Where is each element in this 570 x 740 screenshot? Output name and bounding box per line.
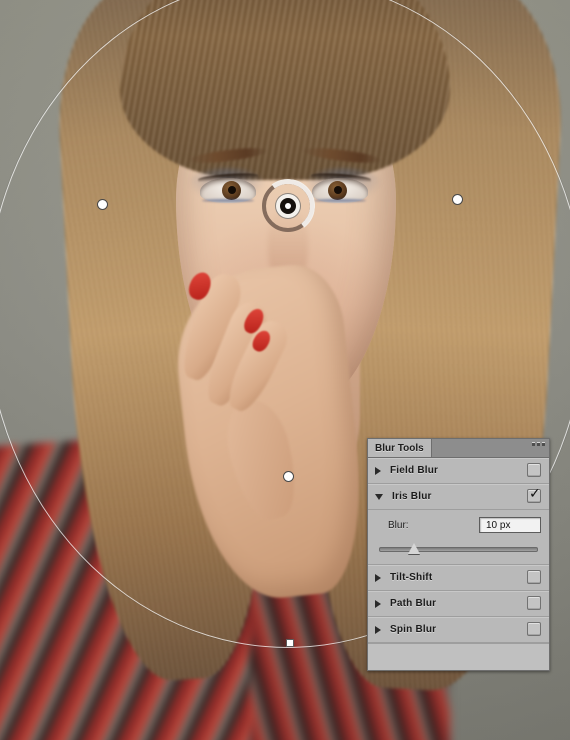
menu-dot [537,442,540,446]
blur-amount-input[interactable]: 10 px [479,517,541,533]
blur-amount-row: Blur: 10 px [376,515,541,535]
lower-liner-right [314,199,366,202]
blur-amount-slider[interactable] [376,542,541,555]
lower-liner-left [202,199,254,202]
chevron-right-icon[interactable] [375,573,381,582]
menu-dot [532,442,535,446]
blur-row-field-blur[interactable]: Field Blur [368,458,549,484]
blur-row-path-blur[interactable]: Path Blur [368,591,549,617]
checkbox-spin-blur[interactable] [527,622,541,636]
panel-footer [368,643,549,670]
checkbox-path-blur[interactable] [527,596,541,610]
blur-row-label: Field Blur [390,465,439,476]
blur-row-spin-blur[interactable]: Spin Blur [368,617,549,643]
blur-row-tilt-shift[interactable]: Tilt-Shift [368,565,549,591]
blur-tools-panel[interactable]: Blur Tools Field Blur Iris Blur ✓ Blur: [367,438,550,671]
hair-top [120,0,450,180]
checkbox-tilt-shift[interactable] [527,570,541,584]
tab-blur-tools-label: Blur Tools [375,442,424,454]
iris-blur-controls: Blur: 10 px [368,510,549,565]
blur-row-label: Tilt-Shift [390,572,433,583]
menu-dot [542,442,545,446]
chevron-down-icon[interactable] [375,493,383,500]
checkbox-iris-blur[interactable]: ✓ [527,486,541,503]
chevron-right-icon[interactable] [375,599,381,608]
slider-thumb[interactable] [407,543,420,554]
blur-row-label: Spin Blur [390,624,437,635]
blur-row-label: Iris Blur [392,491,432,502]
slider-track[interactable] [379,547,538,552]
chevron-right-icon[interactable] [375,625,381,634]
panel-menu-icon[interactable] [532,442,545,446]
checkbox-field-blur[interactable] [527,463,541,477]
panel-tab-bar[interactable]: Blur Tools [368,439,549,458]
blur-row-label: Path Blur [390,598,437,609]
chevron-right-icon[interactable] [375,466,381,475]
check-icon: ✓ [529,486,541,502]
blur-row-iris-blur[interactable]: Iris Blur ✓ [368,484,549,510]
pupil-left [228,186,236,194]
screenshot-root: Blur Tools Field Blur Iris Blur ✓ Blur: [0,0,570,740]
blur-amount-label: Blur: [388,519,409,531]
pupil-right [334,186,342,194]
tab-blur-tools[interactable]: Blur Tools [368,439,432,457]
